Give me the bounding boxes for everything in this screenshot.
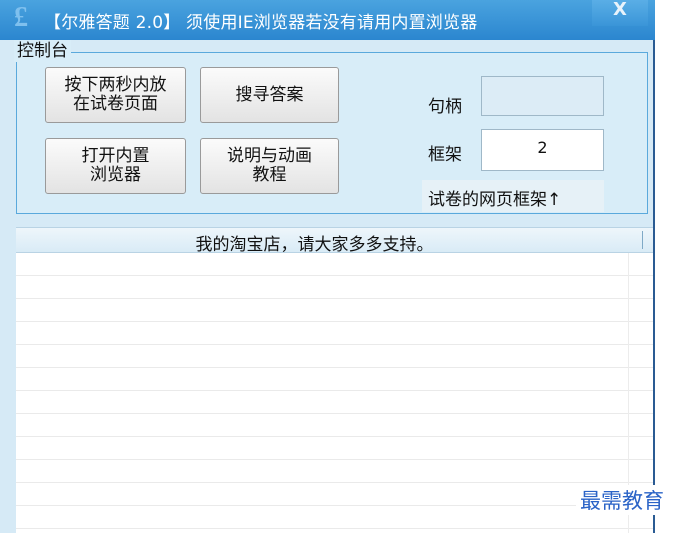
handle-label: 句柄 xyxy=(428,97,462,117)
press-two-seconds-label: 按下两秒内放 在试卷页面 xyxy=(64,75,167,114)
title-bar[interactable]: £ 【尔雅答题 2.0】 须使用IE浏览器若没有请用内置浏览器 X xyxy=(0,0,655,40)
control-panel-legend: 控制台 xyxy=(14,40,71,62)
window-title: 【尔雅答题 2.0】 须使用IE浏览器若没有请用内置浏览器 xyxy=(44,13,478,33)
shop-list[interactable] xyxy=(16,253,653,533)
handle-input[interactable] xyxy=(481,76,604,116)
search-answers-button[interactable]: 搜寻答案 xyxy=(200,67,339,123)
header-column-separator[interactable] xyxy=(642,231,643,249)
instructions-tutorial-label: 说明与动画 教程 xyxy=(227,146,312,185)
main-window: £ 【尔雅答题 2.0】 须使用IE浏览器若没有请用内置浏览器 X 控制台 按下… xyxy=(0,0,655,533)
frame-input[interactable]: 2 xyxy=(481,129,604,171)
app-icon: £ xyxy=(14,2,28,33)
frame-label: 框架 xyxy=(428,145,462,165)
instructions-tutorial-button[interactable]: 说明与动画 教程 xyxy=(200,138,339,194)
shop-list-header[interactable]: 我的淘宝店，请大家多多支持。 xyxy=(16,227,653,255)
watermark-text: 最需教育 xyxy=(576,485,668,515)
open-builtin-browser-label: 打开内置 浏览器 xyxy=(81,146,150,185)
press-two-seconds-button[interactable]: 按下两秒内放 在试卷页面 xyxy=(45,67,186,123)
close-button[interactable]: X xyxy=(592,0,648,26)
frame-hint-text: 试卷的网页框架↑ xyxy=(428,190,562,210)
window-right-border xyxy=(653,40,655,533)
search-answers-label: 搜寻答案 xyxy=(235,84,304,105)
open-builtin-browser-button[interactable]: 打开内置 浏览器 xyxy=(45,138,186,194)
shop-banner-text: 我的淘宝店，请大家多多支持。 xyxy=(195,235,434,255)
window-left-border xyxy=(0,40,16,533)
